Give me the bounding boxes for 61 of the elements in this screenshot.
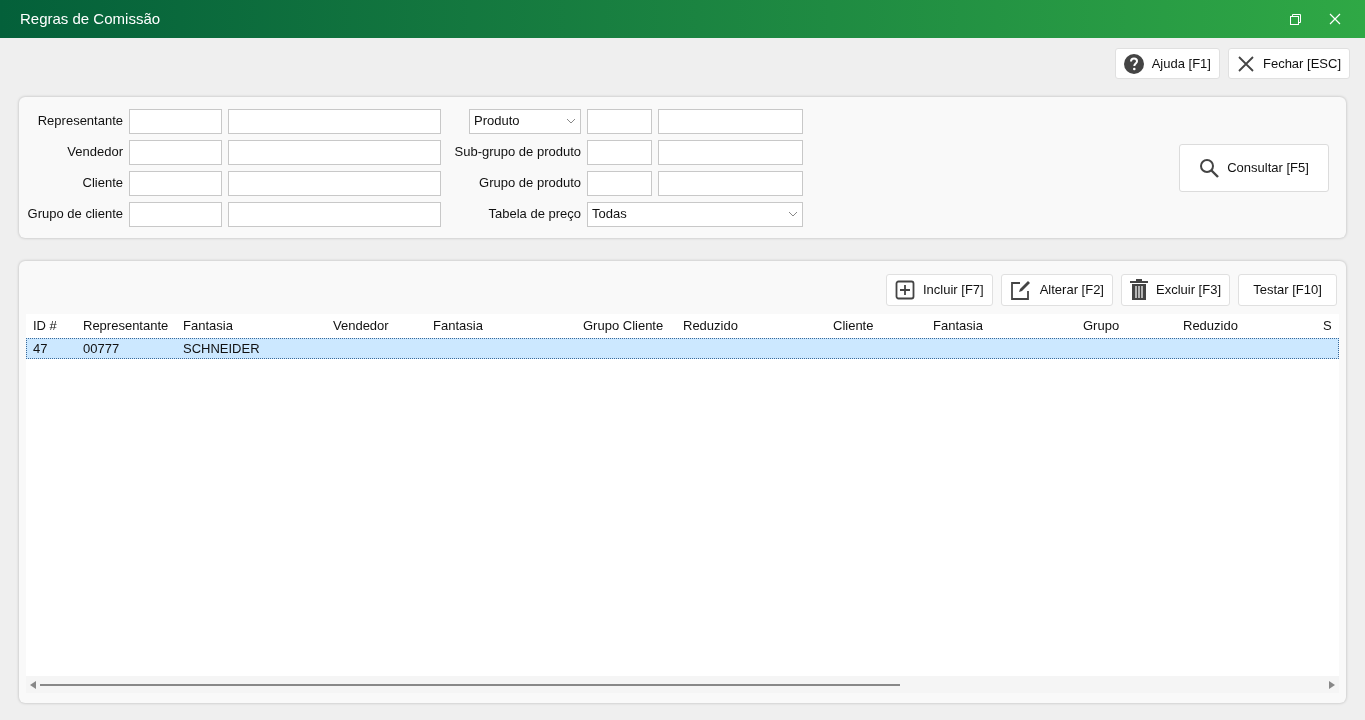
dropdown[interactable]: Todas (587, 201, 803, 227)
column-header[interactable]: Grupo (1083, 316, 1183, 336)
column-header[interactable]: ID # (33, 316, 83, 336)
right-arrow-icon[interactable] (1329, 680, 1335, 689)
column-header[interactable]: Fantasia (183, 316, 333, 336)
column-header[interactable]: Fantasia (433, 316, 583, 336)
input-field[interactable] (587, 170, 652, 196)
column-header[interactable]: Reduzido (1183, 316, 1323, 336)
column-header[interactable]: Reduzido (683, 316, 833, 336)
trash-icon (1130, 279, 1148, 301)
column-header[interactable]: Cliente (833, 316, 933, 336)
field-label: Representante (36, 112, 123, 131)
field-label: Vendedor (66, 143, 123, 162)
input-field[interactable] (228, 139, 441, 165)
input-field[interactable] (129, 108, 222, 134)
input-field[interactable] (587, 139, 652, 165)
scrollbar-thumb[interactable] (40, 683, 900, 686)
field-label: Grupo de produto (478, 174, 581, 193)
column-header[interactable]: Representante (83, 316, 183, 336)
close-button[interactable]: Fechar [ESC] (1227, 48, 1350, 79)
chevron-down-icon (788, 211, 798, 217)
close-icon[interactable] (1329, 13, 1341, 25)
help-button[interactable]: Ajuda [F1] (1114, 48, 1220, 79)
column-header[interactable]: Grupo Cliente (583, 316, 683, 336)
input-field[interactable] (228, 108, 441, 134)
search-button[interactable]: Consultar [F5] (1179, 143, 1329, 192)
plus-square-icon (895, 280, 915, 300)
add-button[interactable]: Incluir [F7] (886, 274, 993, 306)
column-header[interactable]: S (1323, 316, 1332, 336)
column-header[interactable]: Vendedor (333, 316, 433, 336)
table-cell-text: 00777 (83, 339, 121, 358)
table-row[interactable]: 47 00777 SCHNEIDER (26, 338, 1339, 359)
table-cell-text: 47 (33, 339, 49, 358)
input-field[interactable] (658, 139, 803, 165)
field-label: Cliente (81, 174, 123, 193)
chevron-down-icon (566, 118, 576, 124)
input-field[interactable] (658, 170, 803, 196)
delete-button[interactable]: Excluir [F3] (1121, 274, 1230, 306)
input-field[interactable] (228, 201, 441, 227)
edit-icon (1009, 279, 1032, 301)
dropdown[interactable]: Produto (469, 108, 581, 134)
window-title: Regras de Comissão (20, 8, 161, 29)
input-field[interactable] (129, 139, 222, 165)
input-field[interactable] (658, 108, 803, 134)
input-field[interactable] (228, 170, 441, 196)
field-label: Sub-grupo de produto (453, 143, 581, 162)
close-icon (1236, 54, 1255, 73)
left-arrow-icon[interactable] (30, 680, 36, 689)
restore-icon[interactable] (1290, 13, 1301, 25)
edit-button[interactable]: Alterar [F2] (1000, 274, 1113, 306)
test-button[interactable]: Testar [F10] (1238, 274, 1337, 306)
input-field[interactable] (129, 170, 222, 196)
column-header[interactable]: Fantasia (933, 316, 1083, 336)
field-label: Tabela de preço (487, 205, 581, 224)
help-icon (1123, 53, 1144, 74)
search-icon (1199, 157, 1220, 178)
field-label: Grupo de cliente (26, 205, 123, 224)
input-field[interactable] (587, 108, 652, 134)
table-cell-text: SCHNEIDER (183, 339, 261, 358)
horizontal-scrollbar[interactable] (26, 676, 1339, 693)
input-field[interactable] (129, 201, 222, 227)
